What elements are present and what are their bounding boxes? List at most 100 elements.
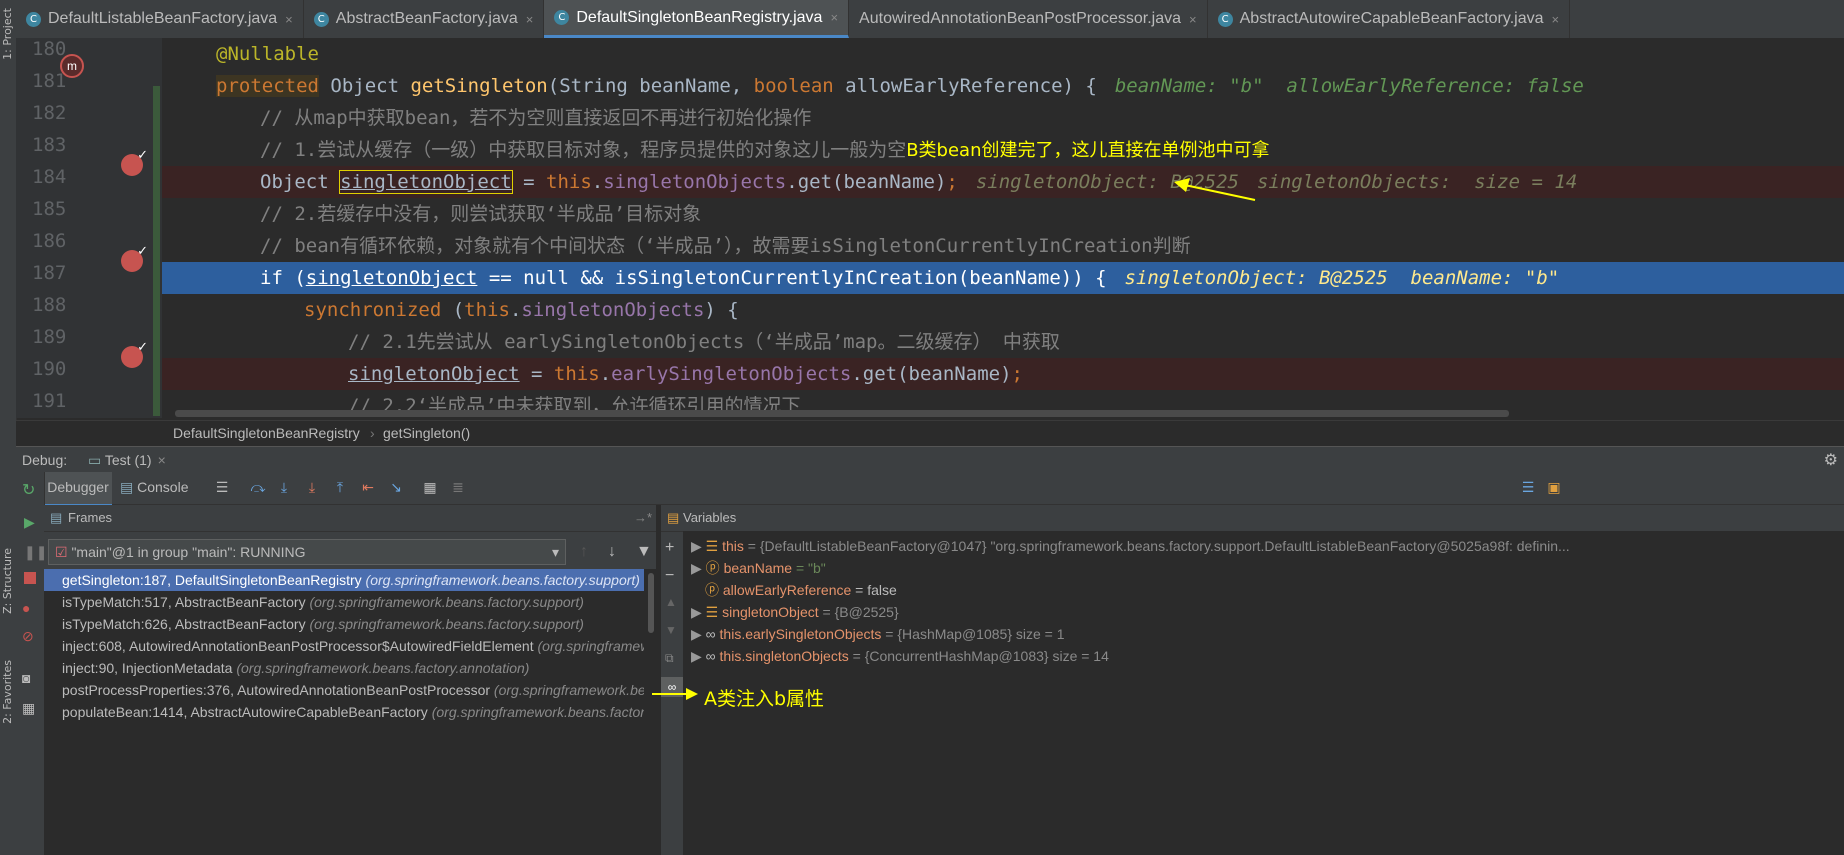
project-tool-tab[interactable]: 1: Project (1, 8, 14, 60)
code-token: = (519, 363, 554, 385)
settings-restore-icon[interactable]: ▣ (1546, 480, 1562, 496)
step-over-icon[interactable]: ⤓ (276, 480, 292, 496)
debug-toolbar: Debugger ▤ Console ☰ ⤼ ⤓ ⤓ ⤒ ⇤ ↘ ▦ ≣ ☰ ▣ (16, 472, 1844, 506)
step-out-icon[interactable]: ⤒ (332, 480, 348, 496)
code-token: .get(beanName) (851, 363, 1012, 385)
tab-autowiredannotationbeanpostprocessor[interactable]: AutowiredAnnotationBeanPostProcessor.jav… (849, 0, 1208, 38)
filter-icon[interactable]: ▼ (636, 543, 652, 561)
breadcrumb-class[interactable]: DefaultSingletonBeanRegistry (173, 425, 360, 441)
arrow-down-icon[interactable]: ↓ (608, 543, 616, 561)
frame-method: inject:90, InjectionMetadata (62, 660, 233, 676)
console-icon: ▤ (120, 479, 138, 495)
breakpoint-icon[interactable] (121, 339, 148, 368)
editor-gutter[interactable]: 180 181 182 183 184 185 186 187 188 189 … (16, 38, 162, 418)
expand-arrow-icon[interactable]: ▶ (691, 648, 702, 664)
drop-frame-icon[interactable]: ⇤ (360, 480, 376, 496)
code-token: .get(beanName) (786, 171, 947, 193)
frame-package: (org.springframework.beans.factory.suppo… (309, 594, 584, 610)
frame-item[interactable]: inject:90, InjectionMetadata (org.spring… (44, 657, 644, 679)
vcs-change-marker (153, 86, 160, 416)
code-token: allowEarlyReference) { (833, 75, 1097, 97)
stop-icon[interactable] (24, 572, 36, 584)
frame-item[interactable]: postProcessProperties:376, AutowiredAnno… (44, 679, 644, 701)
code-token: ( (441, 299, 465, 321)
expand-arrow-icon[interactable]: ▶ (691, 626, 702, 642)
close-icon[interactable]: × (526, 12, 534, 27)
console-tab[interactable]: ▤ Console (120, 472, 189, 504)
editor-horizontal-scrollbar[interactable] (175, 410, 1509, 417)
line-number: 186 (32, 230, 67, 252)
mute-breakpoints-icon[interactable]: ⊘ (22, 628, 34, 645)
variable-name: allowEarlyReference (722, 582, 852, 598)
class-icon: C (313, 11, 329, 27)
variable-row[interactable]: ▶ ∞ this.singletonObjects = {ConcurrentH… (691, 645, 1109, 667)
debugger-tab[interactable]: Debugger (44, 472, 112, 506)
variable-row[interactable]: ▶ ☰ this = {DefaultListableBeanFactory@1… (691, 535, 1570, 557)
variable-row[interactable]: ▶ ∞ this.earlySingletonObjects = {HashMa… (691, 623, 1065, 645)
screenshot-annotation-note: A类注入b属性 (704, 688, 825, 710)
restore-layout-icon[interactable]: ☰ (214, 480, 230, 496)
expand-arrow-icon[interactable]: ▶ (691, 538, 702, 554)
comment-token: // 2.1先尝试从 earlySingletonObjects（‘半成品’ma… (348, 331, 1060, 353)
show-execution-point-icon[interactable]: ⤼ (250, 480, 266, 496)
breakpoint-icon[interactable] (121, 243, 148, 272)
expand-arrow-icon[interactable]: ▶ (691, 560, 702, 576)
comment-token: // 2.若缓存中没有，则尝试获取‘半成品’目标对象 (260, 203, 702, 225)
pin-icon[interactable]: →* (634, 505, 652, 531)
frame-item[interactable]: isTypeMatch:626, AbstractBeanFactory (or… (44, 613, 644, 635)
layout-icon[interactable]: ☰ (1520, 480, 1536, 496)
frame-item[interactable]: inject:608, AutowiredAnnotationBeanPostP… (44, 635, 644, 657)
field-token: earlySingletonObjects (611, 363, 852, 385)
run-to-cursor-icon[interactable]: ↘ (388, 480, 404, 496)
frame-package: (org.springframew (537, 638, 644, 654)
camera-icon[interactable]: ◙ (22, 670, 30, 686)
layout-grid-icon[interactable]: ▦ (22, 700, 35, 717)
structure-tool-tab[interactable]: Z: Structure (1, 548, 14, 614)
add-watch-icon[interactable]: + (665, 539, 674, 557)
tab-defaultsingletonbeanregistry[interactable]: C DefaultSingletonBeanRegistry.java × (544, 0, 850, 38)
copy-icon[interactable]: ⧉ (665, 651, 674, 666)
move-up-icon[interactable]: ▲ (665, 595, 677, 609)
frame-item[interactable]: getSingleton:187, DefaultSingletonBeanRe… (44, 569, 644, 591)
arrow-up-icon[interactable]: ↑ (580, 543, 588, 561)
close-icon[interactable]: × (285, 12, 293, 27)
variable-row[interactable]: ▶ ☰ singletonObject = {B@2525} (691, 601, 899, 623)
breadcrumb-method[interactable]: getSingleton() (383, 425, 470, 441)
close-icon[interactable]: × (830, 10, 838, 25)
variable-row[interactable]: ⓟ allowEarlyReference = false (705, 579, 897, 601)
debug-session-label: Test (1) (104, 452, 152, 468)
frame-item[interactable]: populateBean:1414, AbstractAutowireCapab… (44, 701, 644, 723)
method-breakpoint-icon[interactable]: m (60, 54, 84, 78)
move-down-icon[interactable]: ▼ (665, 623, 677, 637)
close-icon[interactable]: × (1551, 12, 1559, 27)
comment-token: // bean有循环依赖，对象就有个中间状态（‘半成品’），故需要isSingl… (260, 235, 1191, 257)
inline-debug-hint: singletonObject: B@2525 beanName: "b" (1124, 267, 1560, 289)
view-breakpoints-icon[interactable]: ● (22, 600, 30, 616)
frame-item[interactable]: isTypeMatch:517, AbstractBeanFactory (or… (44, 591, 644, 613)
evaluate-expression-icon[interactable]: ▦ (422, 480, 438, 496)
frames-scrollbar[interactable] (648, 573, 654, 633)
gear-icon[interactable]: ⚙ (1824, 450, 1838, 470)
tab-defaultlistablebeanfactory[interactable]: C DefaultListableBeanFactory.java × (16, 0, 304, 38)
thread-selector[interactable]: ☑ "main"@1 in group "main": RUNNING ▾ (48, 539, 566, 565)
frames-icon: ▤ (50, 510, 63, 525)
tab-abstractbeanfactory[interactable]: C AbstractBeanFactory.java × (304, 0, 545, 38)
expand-arrow-icon[interactable]: ▶ (691, 604, 702, 620)
resume-icon[interactable]: ▶ (24, 514, 35, 531)
close-icon[interactable]: × (158, 452, 166, 468)
rerun-icon[interactable]: ↻ (22, 480, 35, 500)
close-icon[interactable]: × (1189, 12, 1197, 27)
variable-name: this.singletonObjects (719, 648, 849, 664)
frame-method: postProcessProperties:376, AutowiredAnno… (62, 682, 491, 698)
breakpoint-icon[interactable] (121, 147, 148, 176)
debug-session-tab[interactable]: ▭ Test (1) × (88, 452, 166, 469)
field-token: singletonObjects (521, 299, 705, 321)
tab-abstractautowirecapablebeanfactory[interactable]: C AbstractAutowireCapableBeanFactory.java… (1208, 0, 1571, 38)
trace-icon[interactable]: ≣ (450, 480, 466, 496)
favorites-tool-tab[interactable]: 2: Favorites (1, 660, 14, 724)
step-into-icon[interactable]: ⤓ (304, 480, 320, 496)
code-editor[interactable]: @Nullable protected Object getSingleton(… (162, 38, 1844, 418)
remove-watch-icon[interactable]: − (665, 567, 674, 585)
variable-row[interactable]: ▶ ⓟ beanName = "b" (691, 557, 826, 579)
line-number: 191 (32, 390, 67, 412)
